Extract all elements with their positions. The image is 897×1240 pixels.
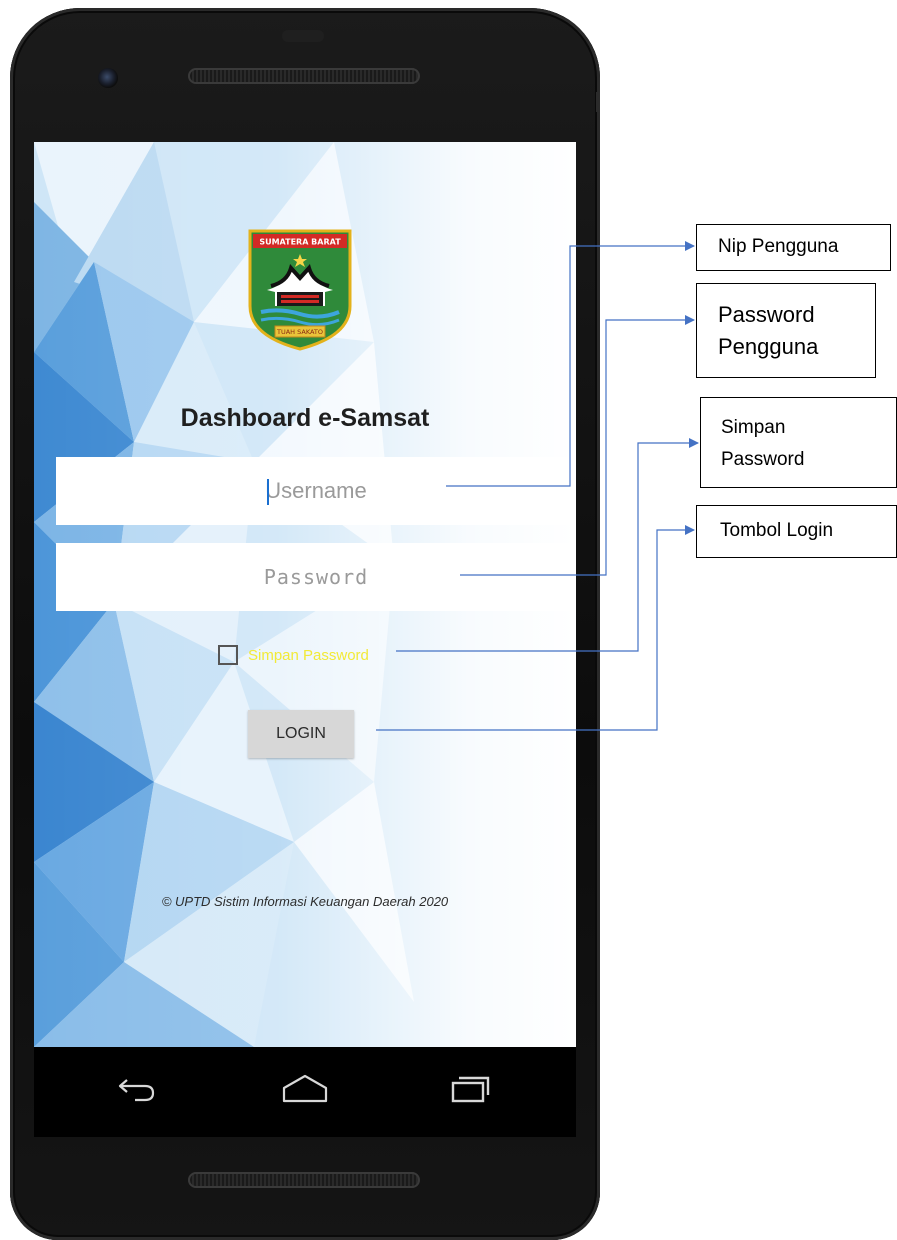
remember-password-label[interactable]: Simpan Password: [248, 647, 369, 664]
back-arrow-icon: [118, 1079, 155, 1102]
annotation-password-pengguna: Password Pengguna: [696, 283, 876, 378]
password-field[interactable]: [56, 542, 576, 612]
back-button[interactable]: [102, 1061, 172, 1117]
app-screen: SUMATERA BARAT TUAH SAKATO Dashboard e-S…: [34, 142, 576, 1047]
bottom-speaker: [188, 1172, 420, 1188]
recent-apps-icon: [451, 1076, 490, 1103]
annotation-nip-pengguna: Nip Pengguna: [696, 224, 891, 271]
front-camera-icon: [98, 68, 118, 88]
app-title: Dashboard e-Samsat: [180, 404, 430, 432]
annotation-tombol-login: Tombol Login: [696, 505, 897, 558]
remember-password-checkbox[interactable]: [218, 645, 238, 665]
annotation-password-line2: Pengguna: [718, 334, 819, 359]
username-field[interactable]: [56, 456, 576, 526]
android-navigation-bar: [34, 1047, 576, 1137]
annotation-simpan-password: Simpan Password: [700, 397, 897, 488]
annotation-simpan-line1: Simpan: [721, 417, 786, 438]
emblem-top-text: SUMATERA BARAT: [259, 238, 341, 247]
annotation-simpan-line2: Password: [721, 449, 805, 470]
login-button[interactable]: LOGIN: [248, 710, 354, 758]
sumatera-barat-emblem: SUMATERA BARAT TUAH SAKATO: [248, 229, 352, 351]
emblem-motto-text: TUAH SAKATO: [276, 328, 323, 336]
username-input[interactable]: [56, 456, 576, 526]
earpiece-speaker: [188, 68, 420, 84]
recent-apps-button[interactable]: [435, 1061, 505, 1117]
remember-password-row[interactable]: Simpan Password: [218, 645, 369, 665]
copyright-footer: © UPTD Sistim Informasi Keuangan Daerah …: [161, 894, 449, 909]
home-icon: [282, 1074, 328, 1103]
annotation-password-line1: Password: [718, 302, 815, 327]
text-cursor: [267, 479, 269, 505]
phone-sensor: [282, 30, 324, 42]
phone-side-button: [596, 92, 600, 112]
home-button[interactable]: [270, 1061, 340, 1117]
password-input[interactable]: [56, 542, 576, 612]
